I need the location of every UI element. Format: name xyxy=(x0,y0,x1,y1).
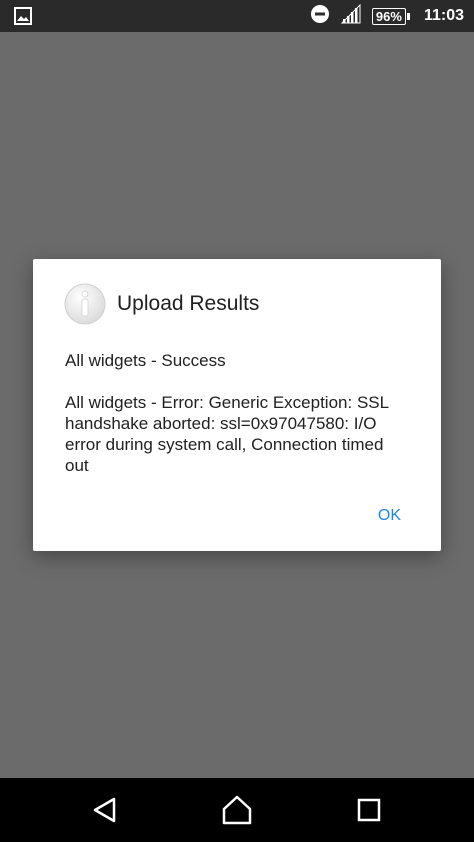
dialog-title: Upload Results xyxy=(117,292,260,315)
dialog-message: All widgets - Success All widgets - Erro… xyxy=(65,351,389,475)
home-icon[interactable] xyxy=(219,792,255,828)
status-icons: 96% 11:03 xyxy=(310,0,464,32)
ok-button[interactable]: OK xyxy=(374,505,405,527)
status-bar: 96% 11:03 xyxy=(0,0,474,32)
battery-level: 96% xyxy=(371,7,406,25)
battery-indicator: 96% xyxy=(371,7,410,25)
navigation-bar xyxy=(0,778,474,842)
battery-icon xyxy=(406,12,410,20)
do-not-disturb-icon xyxy=(310,4,330,29)
upload-results-dialog: Upload Results All widgets - Success All… xyxy=(33,259,441,551)
info-icon xyxy=(64,283,106,325)
screen: 96% 11:03 Upload Results All widgets - S… xyxy=(0,0,474,842)
recents-icon[interactable] xyxy=(351,792,387,828)
signal-icon xyxy=(340,3,362,29)
clock: 11:03 xyxy=(423,7,464,24)
image-icon xyxy=(14,7,32,25)
back-icon[interactable] xyxy=(87,792,123,828)
